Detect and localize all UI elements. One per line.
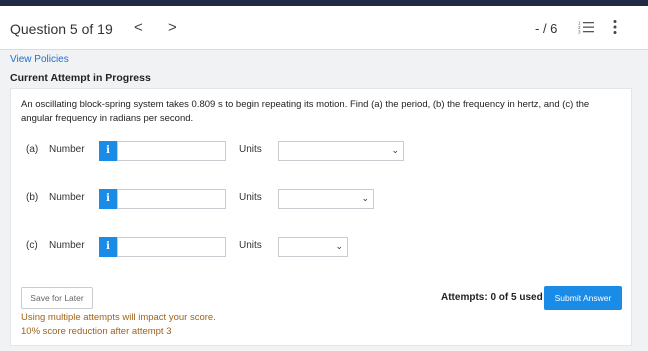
units-label: Units (239, 144, 262, 155)
question-header: Question 5 of 19 < > - / 6 1 2 3 (0, 6, 648, 50)
info-icon[interactable]: i (99, 189, 117, 209)
attempts-counter: Attempts: 0 of 5 used (441, 292, 543, 303)
part-label: (b) (26, 192, 39, 203)
view-policies-link[interactable]: View Policies (10, 54, 69, 65)
attempts-warning: Using multiple attempts will impact your… (21, 312, 216, 323)
number-input-b[interactable] (117, 189, 226, 209)
units-select-b[interactable]: ⌄ (278, 189, 374, 209)
submit-answer-button[interactable]: Submit Answer (544, 286, 622, 310)
question-score: - / 6 (535, 21, 558, 36)
number-input-c[interactable] (117, 237, 226, 257)
info-icon[interactable]: i (99, 237, 117, 257)
save-for-later-button[interactable]: Save for Later (21, 287, 93, 309)
attempt-heading: Current Attempt in Progress (10, 72, 151, 84)
units-label: Units (239, 240, 262, 251)
number-label: Number (49, 144, 85, 155)
part-label: (c) (26, 240, 38, 251)
question-prompt: An oscillating block-spring system takes… (21, 99, 590, 124)
units-select-a[interactable]: ⌄ (278, 141, 404, 161)
chevron-down-icon: ⌄ (361, 193, 369, 203)
answer-row-b: (b) Number i Units ⌄ (11, 187, 633, 209)
list-icon[interactable]: 1 2 3 (578, 20, 594, 34)
question-label: Question 5 of 19 (10, 21, 113, 37)
next-question-button[interactable]: > (168, 19, 177, 36)
svg-text:3: 3 (578, 30, 581, 35)
previous-question-button[interactable]: < (134, 19, 143, 36)
number-label: Number (49, 192, 85, 203)
answer-row-a: (a) Number i Units ⌄ (11, 139, 633, 161)
answer-row-c: (c) Number i Units ⌄ (11, 235, 633, 257)
units-label: Units (239, 192, 262, 203)
part-label: (a) (26, 144, 39, 155)
info-icon[interactable]: i (99, 141, 117, 161)
chevron-down-icon: ⌄ (335, 241, 343, 251)
number-label: Number (49, 240, 85, 251)
more-vertical-icon[interactable] (612, 19, 618, 35)
score-reduction-note: 10% score reduction after attempt 3 (21, 326, 172, 337)
units-select-c[interactable]: ⌄ (278, 237, 348, 257)
chevron-down-icon: ⌄ (391, 145, 399, 155)
question-card: An oscillating block-spring system takes… (10, 88, 632, 346)
number-input-a[interactable] (117, 141, 226, 161)
